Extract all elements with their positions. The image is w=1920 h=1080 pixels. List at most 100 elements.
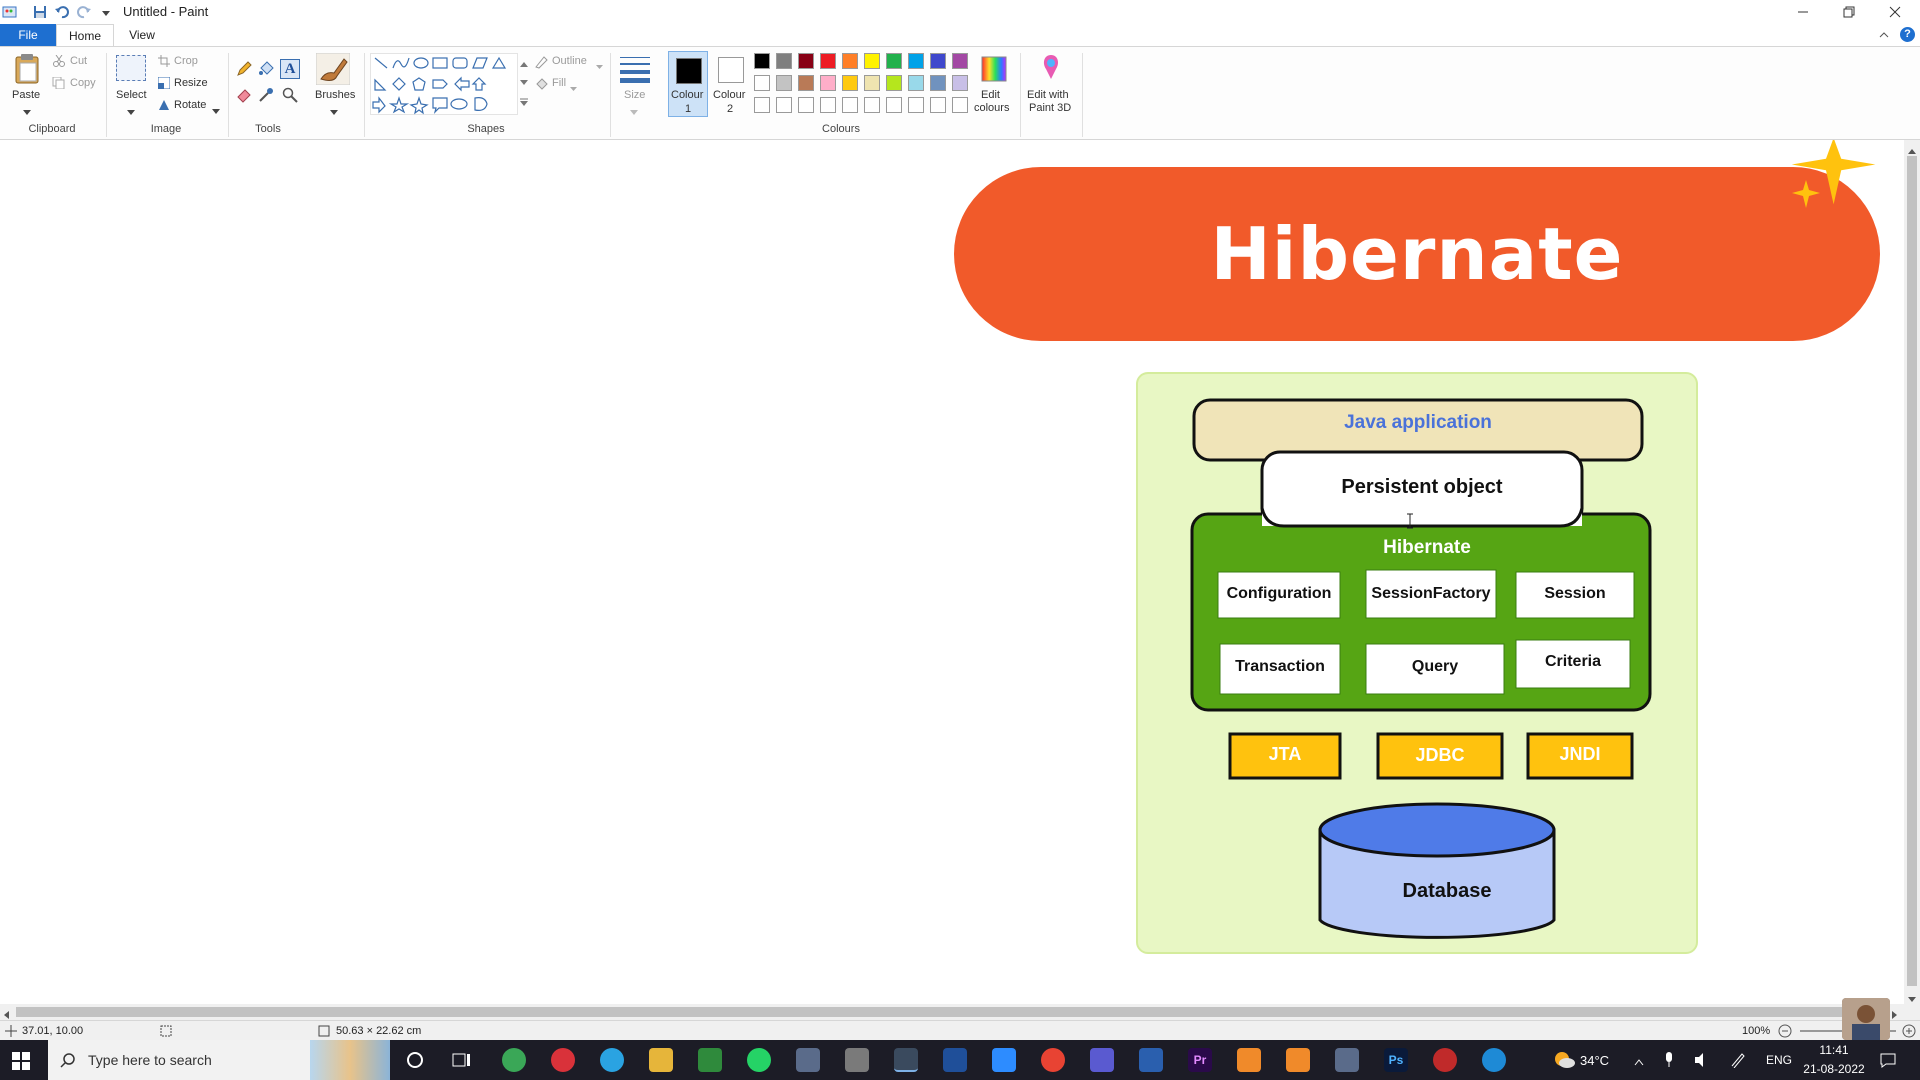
- palette-swatch[interactable]: [886, 53, 902, 69]
- vlc-icon[interactable]: [1286, 1048, 1310, 1072]
- zoom-app-icon[interactable]: [992, 1048, 1016, 1072]
- palette-swatch[interactable]: [798, 75, 814, 91]
- clock-date[interactable]: 21-08-2022: [1800, 1062, 1868, 1076]
- horizontal-scrollbar[interactable]: [0, 1004, 1920, 1020]
- palette-swatch[interactable]: [798, 53, 814, 69]
- size-icon[interactable]: [618, 55, 652, 86]
- palette-swatch[interactable]: [930, 53, 946, 69]
- vertical-scroll-thumb[interactable]: [1907, 156, 1917, 986]
- photoshop-icon[interactable]: Ps: [1384, 1048, 1408, 1072]
- tab-view[interactable]: View: [118, 24, 166, 46]
- palette-swatch[interactable]: [952, 75, 968, 91]
- notifications-icon[interactable]: [1880, 1052, 1896, 1071]
- calculator-icon[interactable]: [796, 1048, 820, 1072]
- palette-swatch[interactable]: [842, 75, 858, 91]
- recorder-icon[interactable]: [845, 1048, 869, 1072]
- edge-icon[interactable]: [1482, 1048, 1506, 1072]
- palette-swatch[interactable]: [820, 75, 836, 91]
- zoom-out-icon[interactable]: [1778, 1024, 1792, 1041]
- fill-dropdown-icon[interactable]: [570, 81, 577, 95]
- palette-swatch[interactable]: [886, 97, 902, 113]
- outline-button[interactable]: Outline: [552, 55, 587, 67]
- palette-swatch[interactable]: [776, 75, 792, 91]
- rotate-button[interactable]: Rotate: [174, 99, 206, 111]
- whatsapp-icon[interactable]: [747, 1048, 771, 1072]
- pen-icon[interactable]: [1730, 1052, 1746, 1071]
- paint3d-icon[interactable]: [1036, 53, 1066, 83]
- input-language[interactable]: ENG: [1766, 1053, 1792, 1067]
- resize-button[interactable]: Resize: [174, 77, 208, 89]
- colour-picker-icon[interactable]: [258, 87, 274, 106]
- volume-icon[interactable]: [1694, 1052, 1710, 1071]
- palette-swatch[interactable]: [842, 53, 858, 69]
- fill-button[interactable]: Fill: [552, 77, 566, 89]
- task-view-icon[interactable]: [452, 1051, 472, 1072]
- select-dropdown-icon[interactable]: [127, 105, 135, 119]
- file-explorer-icon[interactable]: [649, 1048, 673, 1072]
- palette-swatch[interactable]: [908, 53, 924, 69]
- weather-icon[interactable]: [1552, 1050, 1576, 1073]
- network-app-icon[interactable]: [1335, 1048, 1359, 1072]
- chrome-icon[interactable]: [1041, 1048, 1065, 1072]
- palette-swatch[interactable]: [864, 97, 880, 113]
- horizontal-scroll-thumb[interactable]: [16, 1007, 1884, 1017]
- paint3d-label-2[interactable]: Paint 3D: [1029, 102, 1071, 114]
- brushes-dropdown-icon[interactable]: [330, 105, 338, 119]
- minimize-ribbon-icon[interactable]: [1878, 29, 1890, 44]
- paint3d-label-1[interactable]: Edit with: [1027, 89, 1069, 101]
- palette-swatch[interactable]: [754, 75, 770, 91]
- edit-colours-label-2[interactable]: colours: [974, 102, 1009, 114]
- colour2-swatch[interactable]: [718, 57, 744, 83]
- size-button[interactable]: Size: [624, 89, 645, 101]
- notepad-green-icon[interactable]: [698, 1048, 722, 1072]
- palette-swatch[interactable]: [930, 75, 946, 91]
- customize-quick-access-icon[interactable]: [98, 4, 114, 20]
- fill-with-colour-icon[interactable]: [258, 61, 274, 80]
- browser-green-icon[interactable]: [502, 1048, 526, 1072]
- palette-swatch[interactable]: [842, 97, 858, 113]
- select-icon[interactable]: [116, 55, 146, 81]
- palette-swatch[interactable]: [952, 97, 968, 113]
- palette-swatch[interactable]: [776, 97, 792, 113]
- magnifier-icon[interactable]: [282, 87, 298, 106]
- close-button[interactable]: [1872, 0, 1918, 24]
- rotate-dropdown-icon[interactable]: [212, 104, 220, 118]
- shapes-scroll-up-icon[interactable]: [520, 57, 528, 71]
- edit-colours-icon[interactable]: [980, 55, 1008, 83]
- app-red-icon[interactable]: [551, 1048, 575, 1072]
- windows-start-icon[interactable]: [12, 1052, 30, 1073]
- colour2-label[interactable]: Colour: [713, 89, 745, 101]
- minimize-button[interactable]: [1780, 0, 1826, 24]
- tab-file[interactable]: File: [0, 24, 56, 46]
- palette-swatch[interactable]: [886, 75, 902, 91]
- shapes-scroll-down-icon[interactable]: [520, 75, 528, 89]
- redo-icon[interactable]: [76, 4, 92, 20]
- cortana-icon[interactable]: [406, 1051, 424, 1072]
- palette-swatch[interactable]: [798, 97, 814, 113]
- show-hidden-icons-icon[interactable]: [1634, 1055, 1644, 1069]
- eraser-icon[interactable]: [236, 87, 252, 106]
- paste-button[interactable]: Paste: [12, 89, 40, 101]
- palette-swatch[interactable]: [908, 75, 924, 91]
- paste-dropdown-icon[interactable]: [23, 105, 31, 119]
- text-tool-icon[interactable]: A: [280, 59, 300, 79]
- eclipse-icon[interactable]: [1090, 1048, 1114, 1072]
- shapes-expand-icon[interactable]: [520, 95, 528, 109]
- telegram-icon[interactable]: [600, 1048, 624, 1072]
- vscode-icon[interactable]: [943, 1048, 967, 1072]
- edit-colours-label-1[interactable]: Edit: [981, 89, 1000, 101]
- palette-swatch[interactable]: [754, 97, 770, 113]
- palette-swatch[interactable]: [754, 53, 770, 69]
- brushes-icon[interactable]: [315, 52, 351, 86]
- restore-button[interactable]: [1826, 0, 1872, 24]
- brushes-button[interactable]: Brushes: [315, 89, 355, 101]
- help-icon[interactable]: ?: [1900, 27, 1915, 42]
- size-dropdown-icon[interactable]: [630, 105, 638, 119]
- pencil-icon[interactable]: [236, 61, 252, 80]
- shapes-gallery[interactable]: [370, 53, 518, 115]
- microphone-icon[interactable]: [1664, 1052, 1674, 1071]
- palette-swatch[interactable]: [820, 97, 836, 113]
- outlook-icon[interactable]: [1139, 1048, 1163, 1072]
- palette-swatch[interactable]: [908, 97, 924, 113]
- palette-swatch[interactable]: [864, 75, 880, 91]
